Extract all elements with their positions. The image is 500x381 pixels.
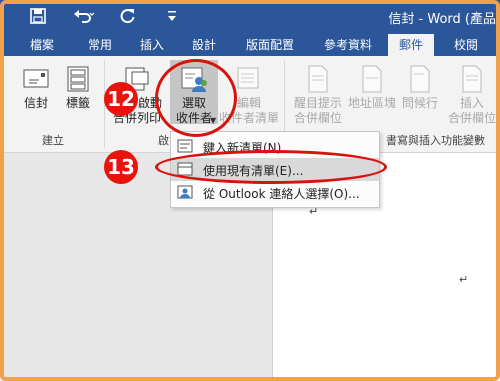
step13-highlight-ring xyxy=(155,150,387,184)
new-list-icon xyxy=(177,139,193,153)
tab-review[interactable]: 校閱 xyxy=(446,34,486,56)
group-start-label: 啟 xyxy=(158,134,169,147)
envelopes-button[interactable]: 信封 xyxy=(14,64,58,111)
menu-item-choose-outlook-contacts[interactable]: 從 Outlook 連絡人選擇(O)... xyxy=(171,181,379,204)
highlight-merge-fields-button[interactable]: 醒目提示 合併欄位 xyxy=(290,64,346,126)
tab-design[interactable]: 設計 xyxy=(184,34,224,56)
insert-field-icon xyxy=(462,65,482,93)
highlight-fields-line1: 醒目提示 xyxy=(293,96,342,110)
envelope-icon xyxy=(23,69,49,88)
greeting-line-button[interactable]: 問候行 xyxy=(398,64,442,111)
insert-field-line1: 插入 xyxy=(459,96,484,110)
ribbon-tabs: 檔案 常用 插入 設計 版面配置 參考資料 郵件 校閱 xyxy=(0,34,500,56)
paragraph-mark-icon: ↵ xyxy=(459,273,469,286)
address-block-icon xyxy=(362,65,382,93)
tab-layout[interactable]: 版面配置 xyxy=(238,34,302,56)
step-12-badge: 12 xyxy=(104,82,138,116)
group-write-insert-label: 書寫與插入功能變數 xyxy=(386,134,485,147)
tab-home[interactable]: 常用 xyxy=(78,34,122,56)
group-create-label: 建立 xyxy=(42,134,64,147)
step12-highlight-ring xyxy=(155,59,237,137)
tab-references[interactable]: 參考資料 xyxy=(316,34,380,56)
window-title: 信封 - Word (產品 xyxy=(388,12,496,27)
address-block-label: 地址區塊 xyxy=(347,96,396,110)
menu-item-label: 從 Outlook 連絡人選擇(O)... xyxy=(203,187,360,201)
greeting-line-label: 問候行 xyxy=(401,96,438,110)
labels-icon xyxy=(67,66,89,92)
document-icon xyxy=(308,65,328,93)
outlook-contacts-icon xyxy=(177,185,193,199)
highlight-fields-line2: 合併欄位 xyxy=(293,111,342,125)
redo-icon[interactable] xyxy=(118,5,138,27)
envelopes-label: 信封 xyxy=(23,96,48,110)
step-13-badge: 13 xyxy=(104,150,138,184)
tab-mailings[interactable]: 郵件 xyxy=(388,34,434,56)
title-bar: 信封 - Word (產品 xyxy=(0,0,500,34)
tab-insert[interactable]: 插入 xyxy=(132,34,172,56)
labels-button[interactable]: 標籤 xyxy=(58,64,98,111)
customize-qat-icon[interactable] xyxy=(166,5,178,27)
undo-icon[interactable] xyxy=(70,5,98,27)
insert-field-line2: 合併欄位 xyxy=(447,111,496,125)
save-icon[interactable] xyxy=(26,5,50,27)
labels-label: 標籤 xyxy=(65,96,90,110)
tab-file[interactable]: 檔案 xyxy=(18,34,66,56)
insert-merge-field-button[interactable]: 插入 合併欄位 xyxy=(444,64,500,126)
greeting-line-icon xyxy=(410,65,430,93)
address-block-button[interactable]: 地址區塊 xyxy=(346,64,398,111)
edit-list-icon xyxy=(237,67,259,89)
